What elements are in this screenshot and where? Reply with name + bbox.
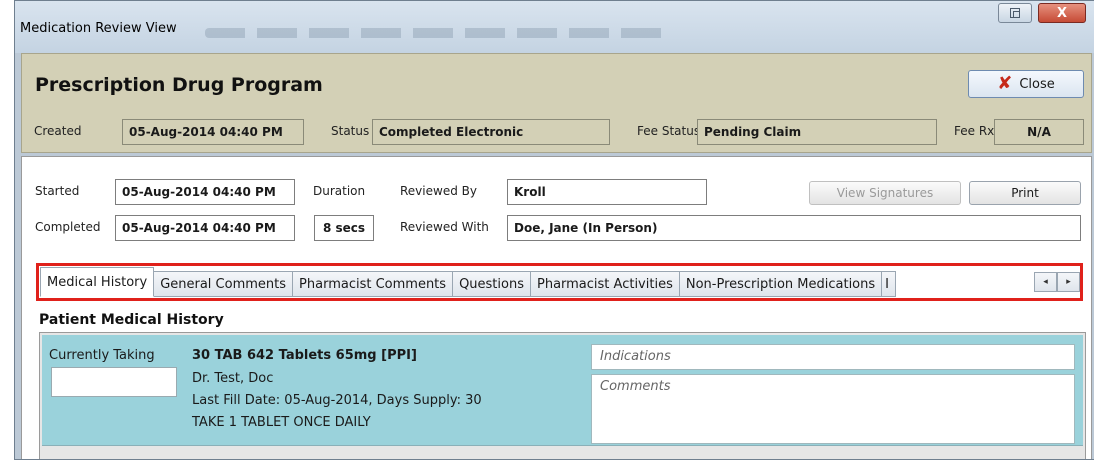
indications-field[interactable]: Indications [591,344,1075,370]
window-title: Medication Review View [20,21,177,36]
close-button[interactable]: ✘ Close [968,70,1084,98]
blurred-menu-bar [205,28,665,38]
tab-scroll-right-icon[interactable]: ▸ [1057,272,1080,292]
close-icon: ✘ [997,73,1013,94]
reviewed-by-field[interactable]: Kroll [507,179,707,205]
status-label: Status [331,124,370,138]
reviewed-with-field[interactable]: Doe, Jane (In Person) [507,215,1081,241]
tab-non-prescription-medications[interactable]: Non-Prescription Medications [679,271,883,297]
duration-label: Duration [313,184,366,198]
close-button-label: Close [1019,76,1055,92]
directions: TAKE 1 TABLET ONCE DAILY [192,415,371,430]
medication-review-window: Medication Review View X Prescription Dr… [14,0,1094,460]
tab-medical-history[interactable]: Medical History [40,267,155,297]
medical-history-list: Currently Taking 30 TAB 642 Tablets 65mg… [39,332,1086,459]
comments-field[interactable]: Comments [591,374,1075,444]
title-bar: Medication Review View X [15,1,1094,53]
created-label: Created [34,124,82,138]
tab-general-comments[interactable]: General Comments [154,271,294,297]
drug-name: 30 TAB 642 Tablets 65mg [PPI] [192,348,417,363]
restore-window-button[interactable] [998,3,1032,23]
restore-icon [1010,8,1020,18]
view-signatures-label: View Signatures [836,186,934,200]
fee-status-value: Pending Claim [697,119,937,145]
created-value: 05-Aug-2014 04:40 PM [122,119,304,145]
reviewed-by-label: Reviewed By [400,184,477,198]
completed-label: Completed [35,220,101,234]
window-close-button[interactable]: X [1038,3,1086,23]
fee-rx-label: Fee Rx [954,124,995,138]
prescriber-name: Dr. Test, Doc [192,371,274,386]
tab-scroll-left-icon[interactable]: ◂ [1034,272,1057,292]
tab-overflow[interactable]: I [882,271,897,297]
fill-info: Last Fill Date: 05-Aug-2014, Days Supply… [192,393,482,408]
taking-status-field[interactable] [51,367,177,397]
view-signatures-button[interactable]: View Signatures [809,181,961,205]
medication-row[interactable]: Currently Taking 30 TAB 642 Tablets 65mg… [42,335,1083,446]
fee-rx-value: N/A [994,119,1084,145]
taking-status-label: Currently Taking [49,348,155,363]
tab-pharmacist-comments[interactable]: Pharmacist Comments [293,271,454,297]
completed-value: 05-Aug-2014 04:40 PM [115,215,295,241]
tab-questions[interactable]: Questions [453,271,531,297]
print-button[interactable]: Print [969,181,1081,205]
tab-bar: Medical History General Comments Pharmac… [40,267,897,297]
program-header: Prescription Drug Program ✘ Close Create… [21,53,1092,153]
review-panel: Started 05-Aug-2014 04:40 PM Completed 0… [21,156,1092,459]
duration-value: 8 secs [314,215,374,241]
fee-status-label: Fee Status [637,124,701,138]
tab-pharmacist-activities[interactable]: Pharmacist Activities [530,271,680,297]
section-title: Patient Medical History [39,312,224,328]
tab-scroll-controls: ◂ ▸ [1034,272,1080,292]
started-label: Started [35,184,80,198]
reviewed-with-label: Reviewed With [400,220,489,234]
page-title: Prescription Drug Program [35,74,323,96]
status-value: Completed Electronic [372,119,610,145]
started-value: 05-Aug-2014 04:40 PM [115,179,295,205]
print-label: Print [1011,186,1039,200]
